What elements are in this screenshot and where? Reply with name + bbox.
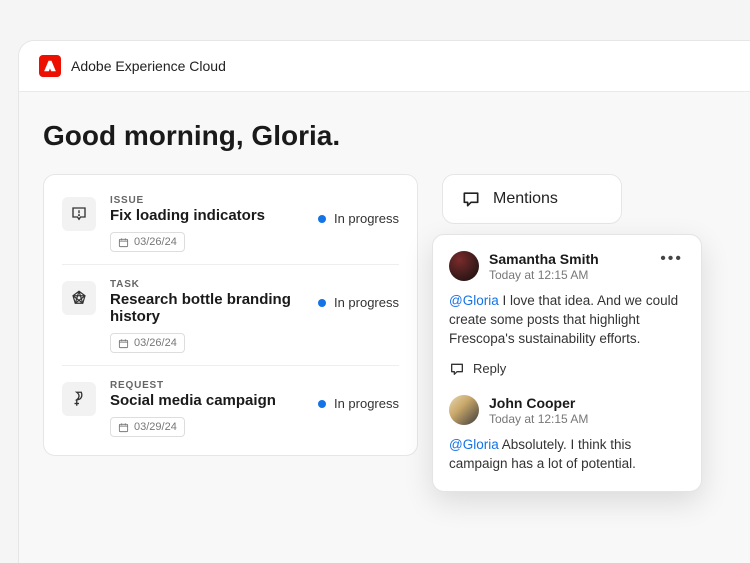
- issue-icon: [62, 197, 96, 231]
- adobe-logo-icon: [39, 55, 61, 77]
- mention-author: John Cooper: [489, 395, 685, 411]
- task-icon: [62, 281, 96, 315]
- work-item[interactable]: REQUEST Social media campaign 03/29/24 I…: [62, 366, 399, 449]
- work-item[interactable]: ISSUE Fix loading indicators 03/26/24 In…: [62, 181, 399, 265]
- mention-item: John Cooper Today at 12:15 AM @Gloria Ab…: [449, 395, 685, 474]
- topbar-title: Adobe Experience Cloud: [71, 58, 226, 74]
- item-type-label: TASK: [110, 279, 304, 290]
- item-type-label: REQUEST: [110, 380, 304, 391]
- request-icon: [62, 382, 96, 416]
- status-label: In progress: [334, 396, 399, 411]
- reply-button[interactable]: Reply: [449, 361, 685, 377]
- item-status: In progress: [318, 211, 399, 226]
- mentions-heading: Mentions: [493, 190, 558, 208]
- item-date: 03/29/24: [134, 421, 177, 433]
- work-item[interactable]: TASK Research bottle branding history 03…: [62, 265, 399, 366]
- greeting-heading: Good morning, Gloria.: [43, 120, 726, 152]
- status-label: In progress: [334, 295, 399, 310]
- item-type-label: ISSUE: [110, 195, 304, 206]
- status-dot-icon: [318, 400, 326, 408]
- more-options-icon[interactable]: •••: [658, 251, 685, 267]
- mention-body: @Gloria Absolutely. I think this campaig…: [449, 436, 685, 474]
- date-chip[interactable]: 03/26/24: [110, 333, 185, 353]
- app-frame: Adobe Experience Cloud Good morning, Glo…: [18, 40, 750, 563]
- date-chip[interactable]: 03/26/24: [110, 232, 185, 252]
- reply-label: Reply: [473, 361, 506, 376]
- reply-icon: [449, 361, 465, 377]
- mention-author: Samantha Smith: [489, 251, 648, 267]
- mention-tag[interactable]: @Gloria: [449, 293, 499, 308]
- item-date: 03/26/24: [134, 236, 177, 248]
- item-status: In progress: [318, 295, 399, 310]
- mentions-panel: Samantha Smith Today at 12:15 AM ••• @Gl…: [432, 234, 702, 492]
- status-dot-icon: [318, 299, 326, 307]
- item-status: In progress: [318, 396, 399, 411]
- item-title: Research bottle branding history: [110, 291, 304, 325]
- mention-item: Samantha Smith Today at 12:15 AM ••• @Gl…: [449, 251, 685, 377]
- topbar: Adobe Experience Cloud: [19, 41, 750, 92]
- calendar-icon: [118, 237, 129, 248]
- mentions-card[interactable]: Mentions: [442, 174, 622, 224]
- mention-timestamp: Today at 12:15 AM: [489, 268, 648, 282]
- content-area: Good morning, Gloria. ISSUE Fix loading …: [19, 92, 750, 563]
- item-title: Fix loading indicators: [110, 207, 304, 224]
- speech-bubble-icon: [461, 189, 481, 209]
- item-date: 03/26/24: [134, 337, 177, 349]
- calendar-icon: [118, 422, 129, 433]
- mention-timestamp: Today at 12:15 AM: [489, 412, 685, 426]
- status-label: In progress: [334, 211, 399, 226]
- mention-body: @Gloria I love that idea. And we could c…: [449, 292, 685, 349]
- avatar[interactable]: [449, 251, 479, 281]
- mention-tag[interactable]: @Gloria: [449, 437, 499, 452]
- date-chip[interactable]: 03/29/24: [110, 417, 185, 437]
- status-dot-icon: [318, 215, 326, 223]
- item-title: Social media campaign: [110, 392, 304, 409]
- work-items-card: ISSUE Fix loading indicators 03/26/24 In…: [43, 174, 418, 456]
- avatar[interactable]: [449, 395, 479, 425]
- calendar-icon: [118, 338, 129, 349]
